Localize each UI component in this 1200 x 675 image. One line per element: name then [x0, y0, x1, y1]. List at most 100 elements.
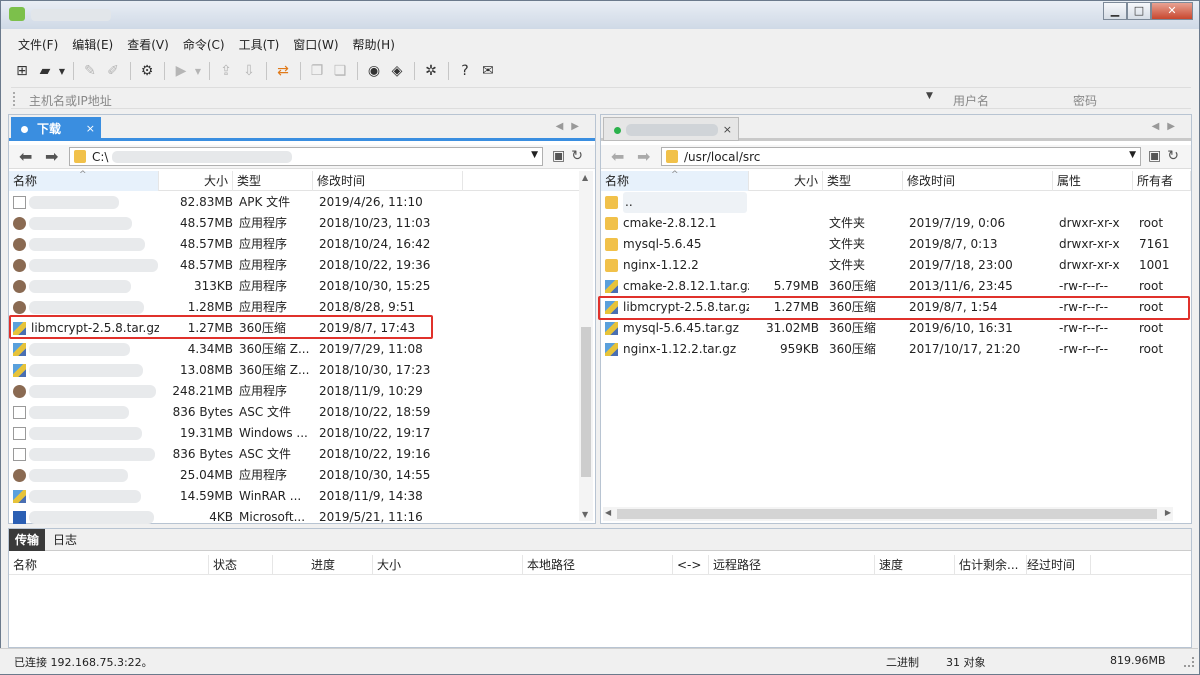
tab-transfer[interactable]: 传输	[9, 529, 46, 551]
col-size[interactable]: 大小	[373, 555, 523, 575]
copy-icon[interactable]: ❐	[306, 60, 328, 82]
col-name[interactable]: 名称 ^	[601, 170, 749, 191]
menu-window[interactable]: 窗口(W)	[286, 35, 345, 55]
table-row[interactable]: 48.57MB 应用程序 2018/10/24, 16:42	[9, 234, 579, 255]
help-icon[interactable]: ?	[454, 60, 476, 82]
table-row[interactable]: 19.31MB Windows ... 2018/10/22, 19:17	[9, 423, 579, 444]
table-row[interactable]: 25.04MB 应用程序 2018/10/30, 14:55	[9, 465, 579, 486]
col-eta[interactable]: 估计剩余...	[955, 555, 1027, 575]
open-dropdown-icon[interactable]: ▼	[57, 60, 67, 82]
col-type[interactable]: 类型	[233, 171, 313, 191]
remote-path-input[interactable]: /usr/local/src ▼	[661, 147, 1141, 166]
resize-grip-icon[interactable]	[1184, 657, 1194, 667]
menu-help[interactable]: 帮助(H)	[346, 35, 402, 55]
new-session-icon[interactable]: ⊞	[11, 60, 33, 82]
table-row[interactable]: ..	[601, 192, 1189, 213]
table-row[interactable]: 248.21MB 应用程序 2018/11/9, 10:29	[9, 381, 579, 402]
table-row[interactable]: 14.59MB WinRAR ... 2018/11/9, 14:38	[9, 486, 579, 507]
tab-remote-session[interactable]: ×	[603, 117, 739, 141]
table-row[interactable]: 836 Bytes ASC 文件 2018/10/22, 19:16	[9, 444, 579, 465]
scroll-down-icon[interactable]: ▼	[582, 510, 588, 519]
tab-close-icon[interactable]: ×	[86, 117, 95, 141]
play-dropdown-icon[interactable]: ▼	[193, 60, 203, 82]
table-row[interactable]: nginx-1.12.2.tar.gz 959KB 360压缩 2017/10/17,…	[601, 339, 1189, 360]
properties-icon[interactable]: ⚙	[136, 60, 158, 82]
forward-arrow-icon[interactable]: ➡	[637, 147, 650, 166]
menu-view[interactable]: 查看(V)	[120, 35, 176, 55]
table-row[interactable]: 836 Bytes ASC 文件 2018/10/22, 18:59	[9, 402, 579, 423]
close-button[interactable]: ✕	[1151, 2, 1193, 20]
back-arrow-icon[interactable]: ⬅	[19, 147, 32, 166]
remote-horizontal-scrollbar[interactable]: ◀ ▶	[603, 507, 1173, 521]
table-row[interactable]: 13.08MB 360压缩 Z... 2018/10/30, 17:23	[9, 360, 579, 381]
local-path-actions[interactable]: ▣↻	[552, 148, 589, 164]
download-icon[interactable]: ⇩	[238, 60, 260, 82]
table-row[interactable]: 82.83MB APK 文件 2019/4/26, 11:10	[9, 192, 579, 213]
paste-icon[interactable]: ❏	[329, 60, 351, 82]
scroll-thumb[interactable]	[581, 327, 591, 477]
table-row[interactable]: cmake-2.8.12.1.tar.gz 5.79MB 360压缩 2013/11/…	[601, 276, 1189, 297]
table-row[interactable]: 313KB 应用程序 2018/10/30, 15:25	[9, 276, 579, 297]
col-mtime[interactable]: 修改时间	[313, 171, 463, 191]
chat-icon[interactable]: ✉	[477, 60, 499, 82]
path-dropdown-icon[interactable]: ▼	[531, 150, 538, 160]
col-status[interactable]: 状态	[209, 555, 273, 575]
menu-tools[interactable]: 工具(T)	[232, 35, 287, 55]
minimize-button[interactable]: ▁	[1103, 2, 1127, 20]
col-name[interactable]: 名称 ^	[9, 170, 159, 191]
tab-nav-arrows[interactable]: ◀▶	[556, 121, 587, 132]
play-icon[interactable]: ▶	[170, 60, 192, 82]
remote-path-actions[interactable]: ▣↻	[1148, 148, 1185, 164]
col-name[interactable]: 名称	[9, 555, 209, 575]
col-size[interactable]: 大小	[749, 171, 823, 191]
table-row[interactable]: mysql-5.6.45.tar.gz 31.02MB 360压缩 2019/6/10…	[601, 318, 1189, 339]
col-speed[interactable]: 速度	[875, 555, 955, 575]
scroll-up-icon[interactable]: ▲	[582, 173, 588, 182]
open-folder-icon[interactable]: ▰	[34, 60, 56, 82]
menu-command[interactable]: 命令(C)	[176, 35, 232, 55]
table-row[interactable]: 4KB Microsoft... 2019/5/21, 11:16	[9, 507, 579, 528]
username-input[interactable]: 用户名	[953, 92, 989, 109]
host-dropdown-icon[interactable]: ▼	[926, 91, 933, 101]
col-progress[interactable]: 进度	[307, 555, 373, 575]
back-arrow-icon[interactable]: ⬅	[611, 147, 624, 166]
local-path-input[interactable]: C:\ ▼	[69, 147, 543, 166]
col-mtime[interactable]: 修改时间	[903, 171, 1053, 191]
password-input[interactable]: 密码	[1073, 92, 1097, 109]
scroll-left-icon[interactable]: ◀	[605, 508, 611, 517]
tab-close-icon[interactable]: ×	[723, 118, 732, 142]
host-input[interactable]: 主机名或IP地址	[29, 92, 112, 109]
xftp-icon[interactable]: ◈	[386, 60, 408, 82]
col-type[interactable]: 类型	[823, 171, 903, 191]
scroll-thumb[interactable]	[617, 509, 1157, 519]
col-elapsed[interactable]: 经过时间	[1023, 555, 1091, 575]
col-remote-path[interactable]: 远程路径	[709, 555, 875, 575]
col-local-path[interactable]: 本地路径	[523, 555, 673, 575]
table-row[interactable]: mysql-5.6.45 文件夹 2019/8/7, 0:13 drwxr-xr-x 7…	[601, 234, 1189, 255]
local-vertical-scrollbar[interactable]: ▲ ▼	[579, 171, 593, 521]
grip-handle[interactable]	[13, 92, 17, 106]
settings-gear-icon[interactable]: ✲	[420, 60, 442, 82]
upload-icon[interactable]: ⇪	[215, 60, 237, 82]
table-row[interactable]: nginx-1.12.2 文件夹 2019/7/18, 23:00 drwxr-xr-…	[601, 255, 1189, 276]
menu-edit[interactable]: 编辑(E)	[65, 35, 120, 55]
scroll-right-icon[interactable]: ▶	[1165, 508, 1171, 517]
connect-icon[interactable]: ✎	[79, 60, 101, 82]
transfer-icon[interactable]: ⇄	[272, 60, 294, 82]
forward-arrow-icon[interactable]: ➡	[45, 147, 58, 166]
table-row[interactable]: 4.34MB 360压缩 Z... 2019/7/29, 11:08	[9, 339, 579, 360]
menu-file[interactable]: 文件(F)	[11, 35, 65, 55]
col-size[interactable]: 大小	[159, 171, 233, 191]
col-attributes[interactable]: 属性	[1053, 171, 1133, 191]
col-direction[interactable]: <->	[673, 555, 709, 575]
maximize-button[interactable]: □	[1127, 2, 1151, 20]
xshell-icon[interactable]: ◉	[363, 60, 385, 82]
disconnect-icon[interactable]: ✐	[102, 60, 124, 82]
table-row[interactable]: 48.57MB 应用程序 2018/10/23, 11:03	[9, 213, 579, 234]
table-row[interactable]: 48.57MB 应用程序 2018/10/22, 19:36	[9, 255, 579, 276]
path-dropdown-icon[interactable]: ▼	[1129, 150, 1136, 160]
tab-log[interactable]: 日志	[47, 529, 83, 551]
col-owner[interactable]: 所有者	[1133, 171, 1191, 191]
tab-downloads[interactable]: 下载 ×	[11, 117, 101, 141]
table-row[interactable]: cmake-2.8.12.1 文件夹 2019/7/19, 0:06 drwxr-xr…	[601, 213, 1189, 234]
